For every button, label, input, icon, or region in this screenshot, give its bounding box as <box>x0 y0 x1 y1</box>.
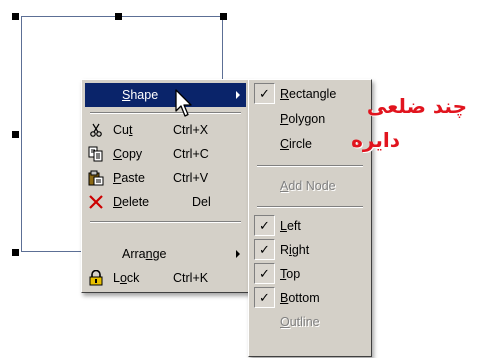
delete-icon <box>88 194 104 210</box>
menu-item-shape[interactable]: Shape <box>85 83 246 107</box>
resize-handle-top-right[interactable] <box>220 13 227 20</box>
check-icon: ✓ <box>254 263 275 284</box>
check-icon: ✓ <box>254 215 275 236</box>
submenu-item-right-label: Right <box>280 243 310 257</box>
menu-item-copy-label: Copy <box>113 147 143 161</box>
menu-separator <box>257 165 363 167</box>
submenu-item-left-label: Left <box>280 219 301 233</box>
scissors-icon <box>88 122 104 138</box>
context-menu: Shape Cut Ctrl+X Copy Ctrl+C Paste Ctrl+… <box>81 79 250 293</box>
menu-item-paste[interactable]: Paste Ctrl+V <box>85 166 246 190</box>
shape-submenu: ✓ Rectangle Polygon Circle Add Node ✓ Le… <box>248 79 372 357</box>
menu-item-lock-label: Lock <box>113 271 140 285</box>
resize-handle-middle-left[interactable] <box>12 131 19 138</box>
menu-item-delete[interactable]: Delete Del <box>85 190 246 214</box>
menu-separator <box>90 112 241 114</box>
menu-item-cut[interactable]: Cut Ctrl+X <box>85 118 246 142</box>
submenu-item-bottom-label: Bottom <box>280 291 320 305</box>
submenu-item-left[interactable]: ✓ Left <box>252 214 368 238</box>
menu-item-lock-shortcut: Ctrl+K <box>173 271 209 285</box>
submenu-item-rectangle[interactable]: ✓ Rectangle <box>252 82 368 106</box>
submenu-item-right[interactable]: ✓ Right <box>252 238 368 262</box>
submenu-item-add-node-label: Add Node <box>280 179 336 193</box>
menu-item-paste-shortcut: Ctrl+V <box>173 171 209 185</box>
copy-icon <box>88 146 104 162</box>
menu-separator <box>90 221 241 223</box>
menu-item-copy-shortcut: Ctrl+C <box>173 147 209 161</box>
menu-item-lock[interactable]: Lock Ctrl+K <box>85 266 246 290</box>
menu-item-cut-label: Cut <box>113 123 133 137</box>
submenu-item-outline-label: Outline <box>280 315 320 329</box>
resize-handle-bottom-left[interactable] <box>12 249 19 256</box>
submenu-arrow-icon <box>236 250 240 258</box>
submenu-item-add-node[interactable]: Add Node <box>252 174 368 198</box>
mouse-pointer-icon <box>175 89 192 117</box>
menu-item-arrange-label: Arrange <box>122 247 167 261</box>
submenu-item-polygon-label: Polygon <box>280 112 326 126</box>
menu-item-arrange[interactable]: Arrange <box>85 242 246 266</box>
menu-item-paste-label: Paste <box>113 171 145 185</box>
resize-handle-top-center[interactable] <box>115 13 122 20</box>
submenu-item-circle-label: Circle <box>280 137 312 151</box>
menu-item-cut-shortcut: Ctrl+X <box>173 123 209 137</box>
menu-item-delete-shortcut: Del <box>192 195 211 209</box>
menu-item-delete-label: Delete <box>113 195 150 209</box>
submenu-item-bottom[interactable]: ✓ Bottom <box>252 286 368 310</box>
check-icon: ✓ <box>254 83 275 104</box>
resize-handle-top-left[interactable] <box>12 13 19 20</box>
lock-icon <box>88 270 104 286</box>
menu-item-copy[interactable]: Copy Ctrl+C <box>85 142 246 166</box>
check-icon: ✓ <box>254 287 275 308</box>
submenu-item-rectangle-label: Rectangle <box>280 87 337 101</box>
paste-icon <box>88 170 104 186</box>
submenu-item-outline[interactable]: Outline <box>252 310 368 334</box>
submenu-arrow-icon <box>236 91 240 99</box>
annotation-polygon: چند ضلعی <box>366 94 467 118</box>
menu-item-shape-label: Shape <box>122 88 159 102</box>
menu-separator <box>257 206 363 208</box>
submenu-item-top[interactable]: ✓ Top <box>252 262 368 286</box>
check-icon: ✓ <box>254 239 275 260</box>
annotation-circle: دایره <box>351 128 400 152</box>
submenu-item-top-label: Top <box>280 267 301 281</box>
